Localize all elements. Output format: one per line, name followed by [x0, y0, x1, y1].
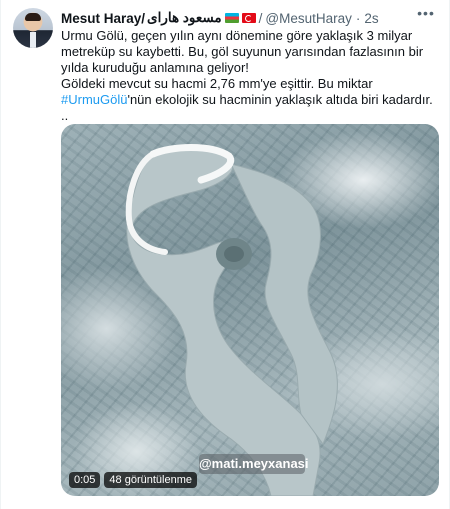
timestamp[interactable]: 2s	[364, 11, 378, 26]
more-options-icon[interactable]: •••	[415, 6, 437, 24]
view-count: 48 görüntülenme	[104, 472, 197, 488]
avatar[interactable]	[13, 8, 53, 48]
lake-satellite-image	[125, 144, 338, 496]
tweet-text-before-hashtag: Göldeki mevcut su hacmi 2,76 mm'ye eşitt…	[61, 76, 373, 91]
tweet-text: Urmu Gölü, geçen yılın aynı dönemine gör…	[61, 28, 439, 124]
tweet-header: Mesut Haray/ مسعود هارای / @MesutHaray ·…	[61, 8, 437, 28]
author-handle[interactable]: @MesutHaray	[265, 11, 351, 26]
tweet-paragraph-1: Urmu Gölü, geçen yılın aynı dönemine gör…	[61, 28, 424, 75]
author-name-arabic[interactable]: مسعود هارای	[147, 10, 222, 26]
tweet[interactable]: Mesut Haray/ مسعود هارای / @MesutHaray ·…	[0, 0, 450, 509]
video-badges: 0:05 48 görüntülenme	[69, 472, 197, 488]
tweet-paragraph-3: ..	[61, 108, 69, 123]
flag-azerbaijan-icon	[224, 13, 239, 23]
time-separator: ·	[355, 10, 361, 26]
video-watermark: @mati.meyxanasi	[199, 454, 309, 474]
video-player[interactable]: @mati.meyxanasi 0:05 48 görüntülenme	[61, 124, 439, 496]
tweet-text-after-hashtag: 'nün ekolojik su hacminin yaklaşık altıd…	[127, 92, 433, 107]
hashtag-link[interactable]: #UrmuGölü	[61, 92, 127, 107]
island-peak	[224, 246, 244, 262]
name-separator: /	[258, 10, 263, 26]
tweet-paragraph-2: Göldeki mevcut su hacmi 2,76 mm'ye eşitt…	[61, 76, 439, 108]
avatar-hair	[25, 13, 41, 21]
author-name[interactable]: Mesut Haray/	[61, 11, 145, 26]
flag-turkey-icon	[241, 13, 256, 23]
avatar-shirt	[30, 32, 36, 48]
video-duration: 0:05	[69, 472, 101, 488]
